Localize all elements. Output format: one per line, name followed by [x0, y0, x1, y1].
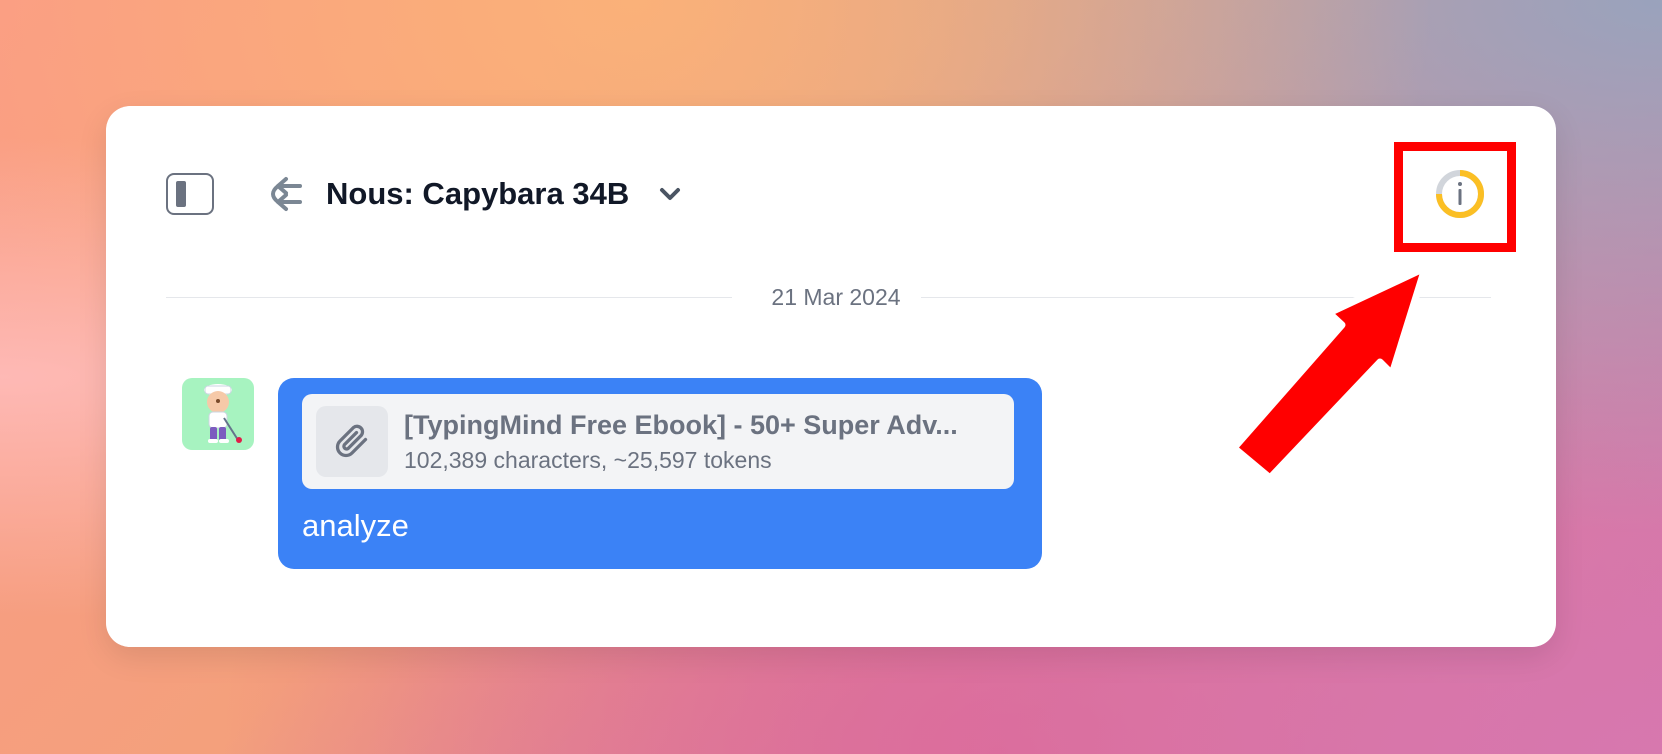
attachment-icon-box: [316, 406, 388, 477]
message-text: analyze: [302, 508, 409, 543]
golfer-avatar-icon: [204, 384, 242, 443]
attachment-meta: 102,389 characters, ~25,597 tokens: [404, 447, 772, 473]
date-divider-left: [166, 297, 732, 298]
attachment-title: [TypingMind Free Ebook] - 50+ Super Adv.…: [404, 410, 958, 440]
model-selector-label[interactable]: Nous: Capybara 34B: [326, 176, 629, 212]
sidebar-toggle-icon[interactable]: [166, 173, 214, 215]
swap-icon[interactable]: [264, 176, 304, 212]
user-message-bubble: [TypingMind Free Ebook] - 50+ Super Adv.…: [278, 378, 1042, 569]
sidebar-toggle-bar: [176, 181, 186, 207]
annotation-highlight-box: [1394, 142, 1516, 252]
date-separator: 21 Mar 2024: [771, 284, 901, 310]
chevron-down-icon[interactable]: [658, 184, 682, 204]
paperclip-icon: [335, 424, 368, 458]
file-attachment[interactable]: [TypingMind Free Ebook] - 50+ Super Adv.…: [302, 394, 1014, 489]
avatar: [182, 378, 254, 450]
annotation-arrow-icon: [1230, 264, 1429, 482]
